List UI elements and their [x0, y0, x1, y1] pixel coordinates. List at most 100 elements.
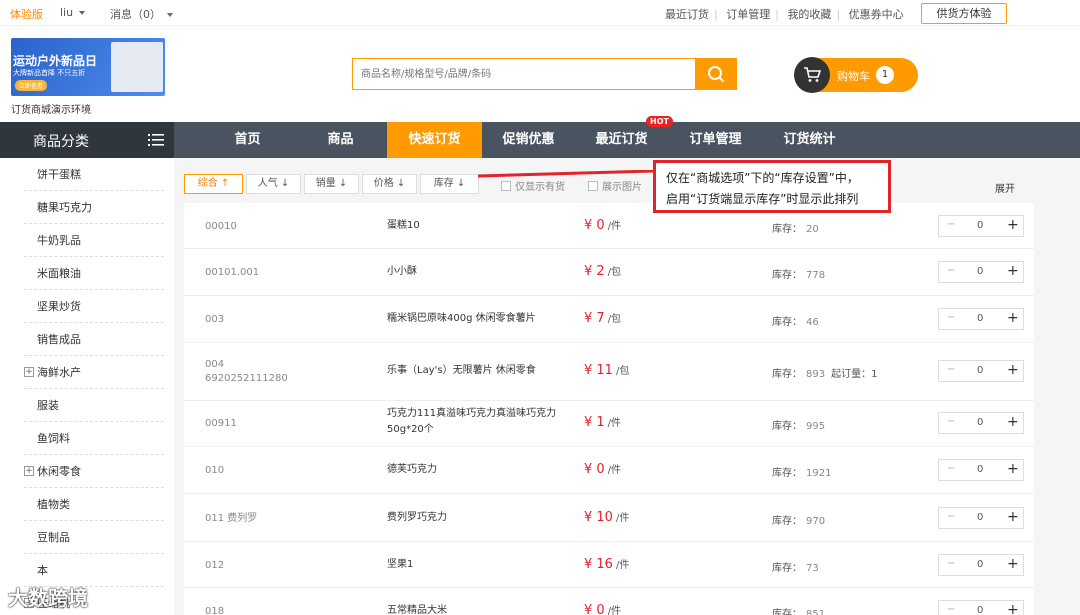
plus-button[interactable]: +	[1007, 414, 1019, 430]
quantity-stepper: − 0 +	[938, 261, 1024, 283]
stock-value: 851	[806, 609, 826, 615]
sidebar-item[interactable]: 服装	[24, 389, 164, 422]
messages-menu[interactable]: 消息（0）	[110, 6, 173, 22]
nav-home[interactable]: 首页	[201, 122, 294, 158]
stock-value: 20	[806, 224, 819, 235]
sidebar-item-label: 服装	[37, 399, 59, 412]
table-row: 003 糯米锅巴原味400g 休闲零食薯片 ¥ 7/包 库存： 46 − 0 +	[184, 296, 1034, 343]
category-menu[interactable]: 商品分类	[0, 122, 174, 158]
plus-button[interactable]: +	[1007, 362, 1019, 378]
sidebar-item-label: 豆制品	[37, 531, 70, 544]
stock-value: 995	[806, 421, 826, 432]
minus-button[interactable]: −	[947, 364, 955, 375]
minus-button[interactable]: −	[947, 219, 955, 230]
nav-order-management[interactable]: 订单管理	[668, 122, 763, 158]
product-code: 018	[205, 606, 225, 615]
expand-plus-icon[interactable]: +	[24, 367, 34, 377]
minus-button[interactable]: −	[947, 416, 955, 427]
nav-promotions[interactable]: 促销优惠	[482, 122, 575, 158]
search-box	[352, 58, 696, 90]
stock-value: 970	[806, 516, 826, 527]
sidebar-item[interactable]: + 海鲜水产	[24, 356, 164, 389]
link-recent-orders[interactable]: 最近订货	[665, 8, 709, 21]
quantity-input[interactable]: 0	[977, 417, 983, 428]
minus-button[interactable]: −	[947, 265, 955, 276]
price-unit: /件	[607, 418, 622, 429]
cart-button[interactable]: 购物车 1	[794, 57, 918, 93]
sidebar-item-label: 牛奶乳品	[37, 234, 81, 247]
plus-button[interactable]: +	[1007, 217, 1019, 233]
sidebar-item[interactable]: 米面粮油	[24, 257, 164, 290]
search-input[interactable]	[353, 59, 696, 89]
promo-banner[interactable]: 运动户外新品日 大牌新品首降 不只五折 立即查看	[11, 38, 165, 96]
sidebar-item[interactable]: 糖果巧克力	[24, 191, 164, 224]
price-unit: /件	[607, 465, 622, 476]
quantity-input[interactable]: 0	[977, 365, 983, 376]
quantity-input[interactable]: 0	[977, 464, 983, 475]
plus-button[interactable]: +	[1007, 509, 1019, 525]
min-order-value: 1	[871, 369, 878, 380]
sidebar-item[interactable]: 植物类	[24, 488, 164, 521]
minus-button[interactable]: −	[947, 463, 955, 474]
product-name: 坚果1	[387, 559, 414, 570]
quantity-input[interactable]: 0	[977, 605, 983, 615]
sort-popularity[interactable]: 人气 ↓	[246, 174, 301, 194]
sidebar-item-label: 米面粮油	[37, 267, 81, 280]
link-coupon-center[interactable]: 优惠券中心	[849, 8, 904, 21]
price-unit: /包	[607, 267, 622, 278]
product-name: 小小酥	[387, 266, 417, 277]
sort-price[interactable]: 价格 ↓	[362, 174, 417, 194]
banner-subtitle: 大牌新品首降 不只五折	[13, 69, 86, 77]
nav-recent-orders[interactable]: 最近订货	[575, 122, 668, 158]
sidebar-item[interactable]: 鱼饲料	[24, 422, 164, 455]
only-in-stock-checkbox[interactable]: 仅显示有货	[501, 178, 565, 193]
sort-sales[interactable]: 销量 ↓	[304, 174, 359, 194]
sort-stock[interactable]: 库存 ↓	[420, 174, 479, 194]
sidebar-item[interactable]: + 休闲零食	[24, 455, 164, 488]
price-value: ¥ 10	[584, 510, 613, 525]
quantity-input[interactable]: 0	[977, 266, 983, 277]
link-order-management[interactable]: 订单管理	[726, 8, 770, 21]
search-button[interactable]	[695, 58, 737, 90]
table-row: 010 德芙巧克力 ¥ 0/件 库存： 1921 − 0 +	[184, 447, 1034, 494]
quantity-input[interactable]: 0	[977, 512, 983, 523]
user-menu[interactable]: liu	[60, 6, 86, 19]
annotation-callout: 仅在“商城选项”下的“库存设置”中， 启用“订货端显示库存”时显示此排列	[653, 160, 891, 213]
quantity-input[interactable]: 0	[977, 313, 983, 324]
link-favorites[interactable]: 我的收藏	[787, 8, 831, 21]
minus-button[interactable]: −	[947, 312, 955, 323]
nav-products[interactable]: 商品	[294, 122, 387, 158]
nav-order-statistics[interactable]: 订货统计	[763, 122, 856, 158]
main-nav: 商品分类 首页 商品 快速订货 促销优惠 最近订货 订单管理 订货统计 HOT	[0, 116, 1080, 158]
plus-button[interactable]: +	[1007, 310, 1019, 326]
nav-quick-order[interactable]: 快速订货	[387, 122, 482, 158]
plus-button[interactable]: +	[1007, 602, 1019, 615]
sidebar-item[interactable]: 饼干蛋糕	[24, 158, 164, 191]
version-label[interactable]: 体验版	[10, 6, 43, 22]
minus-button[interactable]: −	[947, 558, 955, 569]
sidebar-item[interactable]: 销售成品	[24, 323, 164, 356]
quantity-input[interactable]: 0	[977, 220, 983, 231]
plus-button[interactable]: +	[1007, 263, 1019, 279]
stock-label: 库存：	[772, 516, 802, 527]
plus-button[interactable]: +	[1007, 461, 1019, 477]
minus-button[interactable]: −	[947, 604, 955, 615]
sidebar-item[interactable]: 豆制品	[24, 521, 164, 554]
sidebar-item[interactable]: 坚果炒货	[24, 290, 164, 323]
expand-button[interactable]: 展开	[995, 180, 1015, 195]
plus-button[interactable]: +	[1007, 556, 1019, 572]
sidebar-item-label: 休闲零食	[37, 465, 81, 478]
stock-label: 库存：	[772, 468, 802, 479]
price-unit: /包	[607, 314, 622, 325]
quantity-input[interactable]: 0	[977, 559, 983, 570]
product-code: 011 费列罗	[205, 513, 258, 524]
sort-composite[interactable]: 综合 ↑	[184, 174, 243, 194]
expand-plus-icon[interactable]: +	[24, 466, 34, 476]
minus-button[interactable]: −	[947, 511, 955, 522]
supplier-experience-button[interactable]: 供货方体验	[921, 3, 1007, 24]
sidebar-item[interactable]: 牛奶乳品	[24, 224, 164, 257]
show-images-checkbox[interactable]: 展示图片	[588, 178, 642, 193]
only-in-stock-label: 仅显示有货	[515, 182, 565, 193]
min-order-label: 起订量：	[831, 369, 872, 380]
product-price: ¥ 1/件	[584, 414, 621, 430]
